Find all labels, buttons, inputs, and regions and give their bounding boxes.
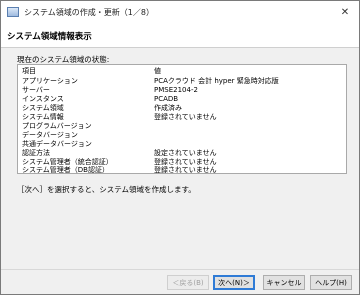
help-button[interactable]: ヘルプ(H) bbox=[310, 275, 352, 290]
next-button[interactable]: 次へ(N)＞ bbox=[213, 275, 255, 290]
item-key: 共通データバージョン bbox=[22, 140, 92, 148]
item-key: アプリケーション bbox=[22, 77, 78, 85]
button-divider bbox=[1, 269, 359, 270]
back-button[interactable]: ＜戻る(B) bbox=[167, 275, 209, 290]
item-key: サーバー bbox=[22, 86, 50, 94]
window-title: システム領域の作成・更新（1／8） bbox=[24, 7, 154, 17]
item-value: PCADB bbox=[154, 95, 179, 103]
title-bar: システム領域の作成・更新（1／8） ✕ bbox=[1, 1, 359, 23]
item-key: システム情報 bbox=[22, 113, 64, 121]
status-list: 項目 値 アプリケーション PCAクラウド 会計 hyper 緊急時対応版 サー… bbox=[17, 64, 347, 174]
item-value: 作成済み bbox=[154, 104, 182, 112]
item-value: 設定されていません bbox=[154, 149, 217, 157]
item-key: データバージョン bbox=[22, 131, 78, 139]
wizard-window: システム領域の作成・更新（1／8） ✕ システム領域情報表示 現在のシステム領域… bbox=[0, 0, 360, 295]
close-icon[interactable]: ✕ bbox=[331, 1, 359, 23]
item-value: PMSE2104-2 bbox=[154, 86, 198, 94]
item-key: プログラムバージョン bbox=[22, 122, 92, 130]
wizard-header: システム領域情報表示 bbox=[1, 23, 359, 48]
window-controls: ✕ bbox=[331, 1, 359, 23]
item-value: PCAクラウド 会計 hyper 緊急時対応版 bbox=[154, 77, 279, 85]
page-title: システム領域情報表示 bbox=[7, 32, 92, 42]
item-value: 登録されていません bbox=[154, 166, 217, 174]
cancel-button[interactable]: キャンセル bbox=[263, 275, 305, 290]
item-value: 登録されていません bbox=[154, 113, 217, 121]
item-key: システム管理者（DB認証） bbox=[22, 166, 109, 174]
item-key: 認証方法 bbox=[22, 149, 50, 157]
column-header-value: 値 bbox=[154, 67, 161, 75]
column-header-item: 項目 bbox=[22, 67, 36, 75]
app-window-icon bbox=[7, 7, 19, 17]
item-key: システム領域 bbox=[22, 104, 64, 112]
instruction-text: ［次へ］を選択すると、システム領域を作成します。 bbox=[17, 185, 196, 194]
item-key: インスタンス bbox=[22, 95, 64, 103]
